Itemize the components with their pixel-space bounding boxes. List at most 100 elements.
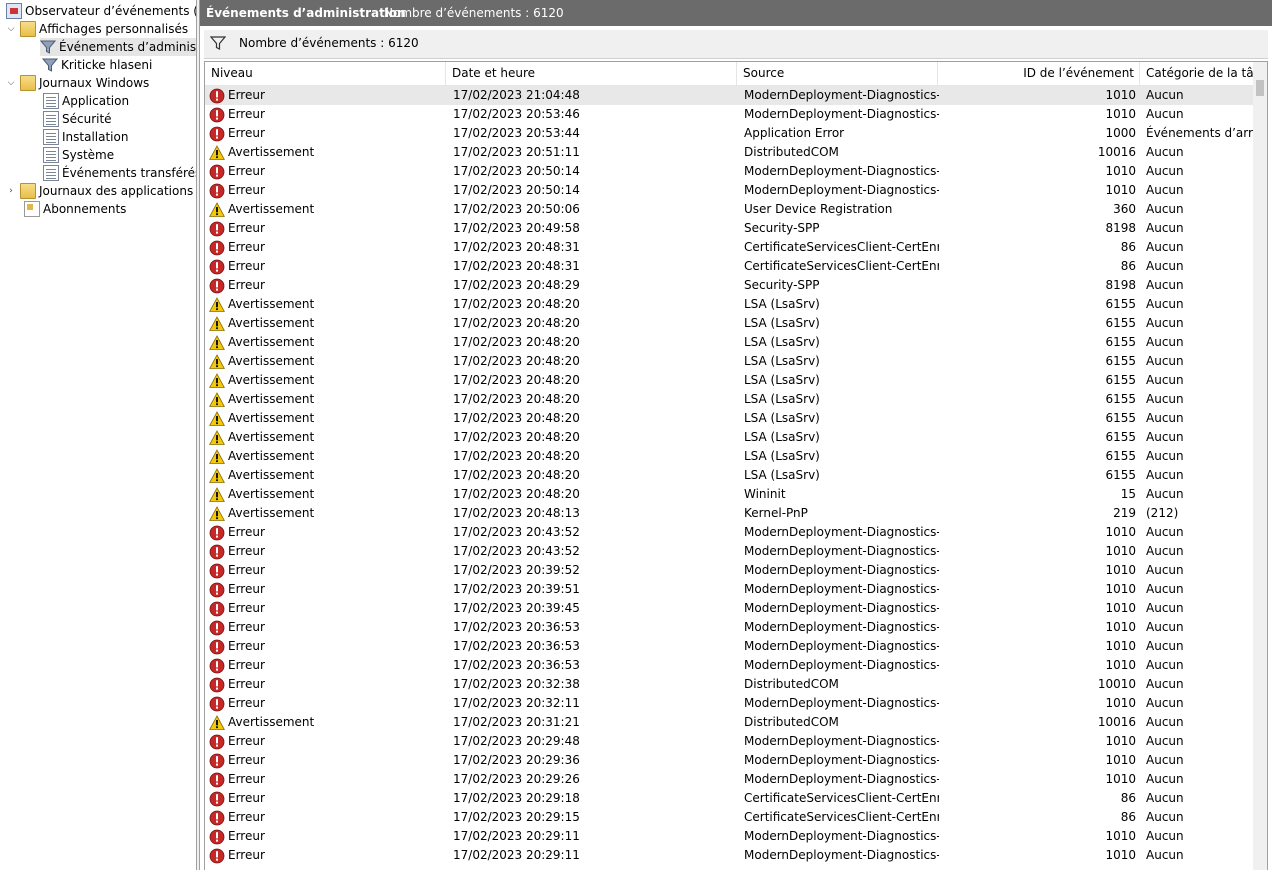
collapse-arrow-icon[interactable]: ⌵ bbox=[6, 74, 16, 92]
cell-category: Aucun bbox=[1146, 202, 1184, 216]
cell-level: Avertissement bbox=[209, 314, 445, 333]
error-icon bbox=[209, 620, 225, 636]
table-row[interactable]: Avertissement 17/02/2023 20:48:20 LSA (Lsa… bbox=[205, 428, 1253, 447]
table-row[interactable]: Avertissement 17/02/2023 20:51:11 Distribu… bbox=[205, 143, 1253, 162]
cell-event-id: 6155 bbox=[1105, 411, 1136, 425]
level-text: Erreur bbox=[228, 221, 265, 235]
table-row[interactable]: Erreur 17/02/2023 20:50:14 ModernDeploymen… bbox=[205, 181, 1253, 200]
table-row[interactable]: Erreur 17/02/2023 20:29:48 ModernDeploymen… bbox=[205, 732, 1253, 751]
cell-datetime: 17/02/2023 20:29:11 bbox=[453, 829, 580, 843]
tree-node-root[interactable]: Observateur d’événements (Local) bbox=[6, 2, 196, 20]
table-row[interactable]: Erreur 17/02/2023 20:29:15 CertificateServ… bbox=[205, 808, 1253, 827]
tree-node-security[interactable]: Sécurité bbox=[43, 110, 112, 128]
cell-event-id: 1010 bbox=[1105, 772, 1136, 786]
cell-category: Aucun bbox=[1146, 487, 1184, 501]
cell-event-id: 219 bbox=[1113, 506, 1136, 520]
tree-node-forwarded[interactable]: Événements transférés bbox=[43, 164, 196, 182]
tree-node-application[interactable]: Application bbox=[43, 92, 129, 110]
table-row[interactable]: Erreur 17/02/2023 20:39:45 ModernDeploymen… bbox=[205, 599, 1253, 618]
table-row[interactable]: Erreur 17/02/2023 20:29:26 ModernDeploymen… bbox=[205, 770, 1253, 789]
column-header-category[interactable]: Catégorie de la tâche bbox=[1140, 62, 1254, 85]
table-row[interactable]: Erreur 17/02/2023 20:48:29 Security-SPP 819… bbox=[205, 276, 1253, 295]
cell-source: DistributedCOM bbox=[744, 677, 839, 691]
table-row[interactable]: Erreur 17/02/2023 20:53:46 ModernDeploymen… bbox=[205, 105, 1253, 124]
error-icon bbox=[209, 658, 225, 674]
table-row[interactable]: Avertissement 17/02/2023 20:48:20 LSA (Lsa… bbox=[205, 295, 1253, 314]
table-row[interactable]: Erreur 17/02/2023 20:53:44 Application Err… bbox=[205, 124, 1253, 143]
vertical-scrollbar[interactable] bbox=[1253, 62, 1267, 870]
table-row[interactable]: Avertissement 17/02/2023 20:48:20 Wininit 1… bbox=[205, 485, 1253, 504]
tree-node-admin-events[interactable]: Événements d’administration bbox=[40, 38, 196, 56]
warning-icon bbox=[209, 486, 225, 503]
table-row[interactable]: Erreur 17/02/2023 20:29:11 ModernDeploymen… bbox=[205, 827, 1253, 846]
cell-datetime: 17/02/2023 20:43:52 bbox=[453, 525, 580, 539]
cell-event-id: 6155 bbox=[1105, 373, 1136, 387]
table-row[interactable]: Erreur 17/02/2023 20:39:51 ModernDeploymen… bbox=[205, 580, 1253, 599]
warning-icon bbox=[209, 391, 225, 408]
table-row[interactable]: Erreur 17/02/2023 20:48:31 CertificateServ… bbox=[205, 238, 1253, 257]
cell-datetime: 17/02/2023 20:29:15 bbox=[453, 810, 580, 824]
cell-level: Avertissement bbox=[209, 333, 445, 352]
tree-node-critical-errors[interactable]: Kriticke hlaseni bbox=[42, 56, 152, 74]
tree-node-windows-logs[interactable]: ⌵ Journaux Windows bbox=[6, 74, 149, 92]
table-row[interactable]: Avertissement 17/02/2023 20:48:20 LSA (Lsa… bbox=[205, 447, 1253, 466]
table-row[interactable]: Erreur 17/02/2023 20:48:31 CertificateServ… bbox=[205, 257, 1253, 276]
cell-level: Avertissement bbox=[209, 371, 445, 390]
collapse-arrow-icon[interactable]: ⌵ bbox=[6, 20, 16, 38]
table-row[interactable]: Avertissement 17/02/2023 20:31:21 Distribu… bbox=[205, 713, 1253, 732]
column-header-level[interactable]: Niveau bbox=[205, 62, 446, 85]
table-row[interactable]: Erreur 17/02/2023 21:04:48 ModernDeploymen… bbox=[205, 86, 1253, 105]
table-row[interactable]: Avertissement 17/02/2023 20:48:20 LSA (Lsa… bbox=[205, 466, 1253, 485]
cell-datetime: 17/02/2023 20:29:11 bbox=[453, 848, 580, 862]
table-row[interactable]: Erreur 17/02/2023 20:43:52 ModernDeploymen… bbox=[205, 542, 1253, 561]
cell-source: ModernDeployment-Diagnostics-... bbox=[744, 563, 939, 577]
table-row[interactable]: Avertissement 17/02/2023 20:48:20 LSA (Lsa… bbox=[205, 409, 1253, 428]
level-text: Erreur bbox=[228, 259, 265, 273]
table-row[interactable]: Erreur 17/02/2023 20:43:52 ModernDeploymen… bbox=[205, 523, 1253, 542]
table-row[interactable]: Erreur 17/02/2023 20:36:53 ModernDeploymen… bbox=[205, 656, 1253, 675]
cell-source: Kernel-PnP bbox=[744, 506, 808, 520]
warning-icon bbox=[209, 714, 225, 731]
table-row[interactable]: Erreur 17/02/2023 20:49:58 Security-SPP 819… bbox=[205, 219, 1253, 238]
expand-arrow-icon[interactable]: › bbox=[6, 182, 16, 200]
cell-level: Avertissement bbox=[209, 485, 445, 504]
cell-category: Aucun bbox=[1146, 259, 1184, 273]
column-header-source[interactable]: Source bbox=[737, 62, 938, 85]
table-row[interactable]: Erreur 17/02/2023 20:32:11 ModernDeploymen… bbox=[205, 694, 1253, 713]
table-row[interactable]: Erreur 17/02/2023 20:50:14 ModernDeploymen… bbox=[205, 162, 1253, 181]
table-row[interactable]: Avertissement 17/02/2023 20:48:20 LSA (Lsa… bbox=[205, 314, 1253, 333]
table-row[interactable]: Avertissement 17/02/2023 20:48:20 LSA (Lsa… bbox=[205, 390, 1253, 409]
column-header-datetime[interactable]: Date et heure bbox=[446, 62, 737, 85]
scrollbar-thumb[interactable] bbox=[1256, 80, 1264, 96]
cell-source: ModernDeployment-Diagnostics-... bbox=[744, 107, 939, 121]
table-row[interactable]: Erreur 17/02/2023 20:29:11 ModernDeploymen… bbox=[205, 846, 1253, 865]
cell-category: Aucun bbox=[1146, 715, 1184, 729]
table-row[interactable]: Avertissement 17/02/2023 20:48:20 LSA (Lsa… bbox=[205, 352, 1253, 371]
table-row[interactable]: Erreur 17/02/2023 20:39:52 ModernDeploymen… bbox=[205, 561, 1253, 580]
table-row[interactable]: Erreur 17/02/2023 20:29:18 CertificateServ… bbox=[205, 789, 1253, 808]
cell-category: Aucun bbox=[1146, 411, 1184, 425]
tree-node-system[interactable]: Système bbox=[43, 146, 114, 164]
table-row[interactable]: Avertissement 17/02/2023 20:48:13 Kernel-P… bbox=[205, 504, 1253, 523]
column-header-event-id[interactable]: ID de l’événement bbox=[938, 62, 1140, 85]
cell-source: CertificateServicesClient-CertEnroll bbox=[744, 240, 939, 254]
cell-event-id: 1010 bbox=[1105, 601, 1136, 615]
pane-splitter[interactable] bbox=[196, 0, 200, 870]
tree-node-apps-services[interactable]: › Journaux des applications et des servi… bbox=[6, 182, 196, 200]
table-row[interactable]: Avertissement 17/02/2023 20:48:20 LSA (Lsa… bbox=[205, 371, 1253, 390]
table-row[interactable]: Erreur 17/02/2023 20:36:53 ModernDeploymen… bbox=[205, 637, 1253, 656]
cell-level: Erreur bbox=[209, 846, 445, 865]
cell-category: Aucun bbox=[1146, 297, 1184, 311]
tree-node-setup[interactable]: Installation bbox=[43, 128, 128, 146]
table-row[interactable]: Erreur 17/02/2023 20:32:38 DistributedCOM 1… bbox=[205, 675, 1253, 694]
table-row[interactable]: Erreur 17/02/2023 20:36:53 ModernDeploymen… bbox=[205, 618, 1253, 637]
table-row[interactable]: Avertissement 17/02/2023 20:50:06 User Dev… bbox=[205, 200, 1253, 219]
cell-event-id: 1010 bbox=[1105, 525, 1136, 539]
cell-level: Erreur bbox=[209, 827, 445, 846]
tree-label-setup: Installation bbox=[62, 130, 129, 144]
table-row[interactable]: Avertissement 17/02/2023 20:48:20 LSA (Lsa… bbox=[205, 333, 1253, 352]
cell-category: Aucun bbox=[1146, 449, 1184, 463]
table-row[interactable]: Erreur 17/02/2023 20:29:36 ModernDeploymen… bbox=[205, 751, 1253, 770]
tree-node-custom-views[interactable]: ⌵ Affichages personnalisés bbox=[6, 20, 188, 38]
tree-node-subscriptions[interactable]: Abonnements bbox=[24, 200, 126, 218]
